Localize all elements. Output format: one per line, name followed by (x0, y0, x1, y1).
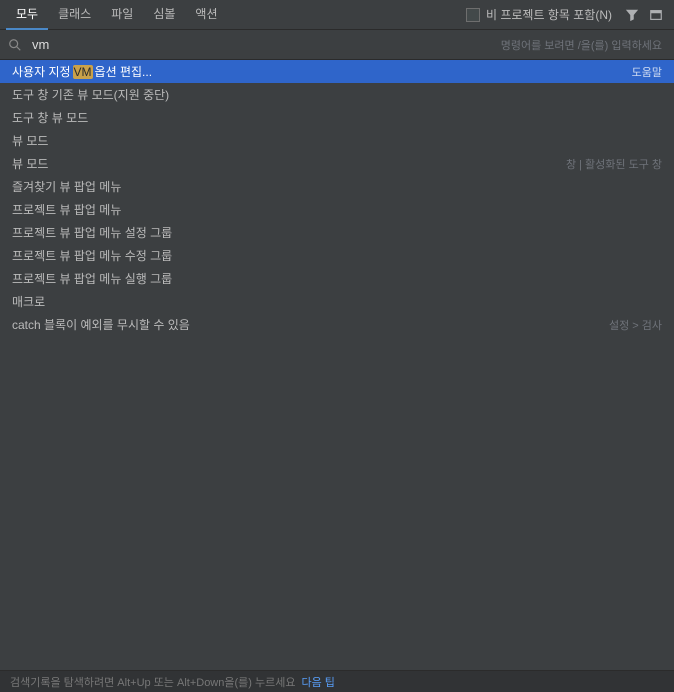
result-label: 프로젝트 뷰 팝업 메뉴 설정 그룹 (12, 224, 662, 241)
result-row[interactable]: 사용자 지정 VM 옵션 편집...도움말 (0, 60, 674, 83)
result-row[interactable]: 프로젝트 뷰 팝업 메뉴 (0, 198, 674, 221)
result-label: 즐겨찾기 뷰 팝업 메뉴 (12, 178, 662, 195)
result-label: 도구 창 기존 뷰 모드(지원 중단) (12, 86, 662, 103)
open-in-window-icon[interactable] (644, 3, 668, 27)
result-row[interactable]: 프로젝트 뷰 팝업 메뉴 실행 그룹 (0, 267, 674, 290)
result-row[interactable]: 뷰 모드창 | 활성화된 도구 창 (0, 152, 674, 175)
next-tip-link[interactable]: 다음 팁 (301, 674, 334, 690)
result-row[interactable]: 도구 창 뷰 모드 (0, 106, 674, 129)
result-meta: 도움말 (632, 64, 662, 80)
tab-3[interactable]: 심볼 (143, 0, 185, 30)
search-row: 명령어를 보려면 /을(를) 입력하세요 (0, 30, 674, 60)
search-icon (8, 38, 26, 52)
search-input[interactable] (26, 37, 501, 52)
result-meta: 창 | 활성화된 도구 창 (566, 156, 662, 172)
result-row[interactable]: 즐겨찾기 뷰 팝업 메뉴 (0, 175, 674, 198)
result-label: 사용자 지정 VM 옵션 편집... (12, 63, 632, 80)
result-label: 도구 창 뷰 모드 (12, 109, 662, 126)
result-label: 뷰 모드 (12, 132, 662, 149)
result-row[interactable]: 도구 창 기존 뷰 모드(지원 중단) (0, 83, 674, 106)
result-meta: 설정 > 검사 (609, 317, 662, 333)
footer-bar: 검색기록을 탐색하려면 Alt+Up 또는 Alt+Down을(를) 누르세요 … (0, 670, 674, 692)
result-row[interactable]: 프로젝트 뷰 팝업 메뉴 설정 그룹 (0, 221, 674, 244)
filter-icon[interactable] (620, 3, 644, 27)
tab-bar: 모두클래스파일심볼액션 비 프로젝트 항목 포함(N) (0, 0, 674, 30)
result-label: 프로젝트 뷰 팝업 메뉴 수정 그룹 (12, 247, 662, 264)
tab-2[interactable]: 파일 (101, 0, 143, 30)
result-label: 프로젝트 뷰 팝업 메뉴 (12, 201, 662, 218)
checkbox-box (466, 8, 480, 22)
search-hint: 명령어를 보려면 /을(를) 입력하세요 (501, 37, 666, 53)
result-row[interactable]: 뷰 모드 (0, 129, 674, 152)
result-row[interactable]: 매크로 (0, 290, 674, 313)
result-label: 매크로 (12, 293, 662, 310)
tab-0[interactable]: 모두 (6, 0, 48, 30)
result-label: catch 블록이 예외를 무시할 수 있음 (12, 316, 609, 333)
result-label: 프로젝트 뷰 팝업 메뉴 실행 그룹 (12, 270, 662, 287)
footer-text: 검색기록을 탐색하려면 Alt+Up 또는 Alt+Down을(를) 누르세요 (10, 674, 295, 690)
include-non-project-checkbox[interactable]: 비 프로젝트 항목 포함(N) (466, 6, 620, 23)
checkbox-label: 비 프로젝트 항목 포함(N) (486, 6, 612, 23)
tab-4[interactable]: 액션 (185, 0, 227, 30)
match-highlight: VM (73, 65, 93, 79)
result-row[interactable]: 프로젝트 뷰 팝업 메뉴 수정 그룹 (0, 244, 674, 267)
results-list[interactable]: 사용자 지정 VM 옵션 편집...도움말도구 창 기존 뷰 모드(지원 중단)… (0, 60, 674, 670)
tab-1[interactable]: 클래스 (48, 0, 101, 30)
result-row[interactable]: catch 블록이 예외를 무시할 수 있음설정 > 검사 (0, 313, 674, 336)
result-label: 뷰 모드 (12, 155, 566, 172)
